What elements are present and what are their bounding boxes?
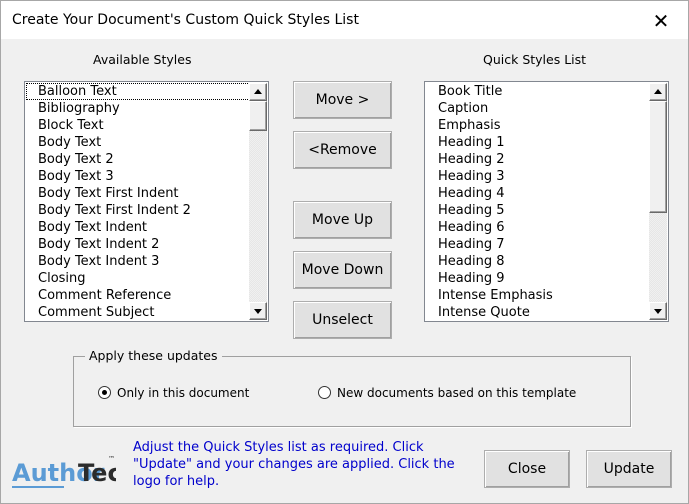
- list-item[interactable]: Heading 1: [426, 134, 650, 151]
- apply-updates-legend: Apply these updates: [85, 348, 222, 363]
- authortec-logo-graphic: Author Tec ™: [12, 455, 122, 488]
- quick-scrollbar[interactable]: [649, 83, 667, 320]
- list-item[interactable]: Closing: [26, 270, 250, 287]
- list-item[interactable]: Book Title: [426, 83, 650, 100]
- list-item[interactable]: Balloon Text: [26, 83, 250, 100]
- move-down-button-label: Move Down: [301, 262, 384, 278]
- move-down-button[interactable]: Move Down: [293, 251, 392, 289]
- close-button-label: Close: [507, 461, 547, 477]
- quick-styles-items: Book Title Caption Emphasis Heading 1 He…: [426, 83, 650, 320]
- logo-text-tec: Tec: [78, 459, 116, 487]
- update-button[interactable]: Update: [586, 450, 672, 488]
- list-item[interactable]: Intense Emphasis: [426, 287, 650, 304]
- list-item[interactable]: Body Text Indent: [26, 219, 250, 236]
- list-item[interactable]: Body Text First Indent: [26, 185, 250, 202]
- available-styles-label: Available Styles: [93, 52, 192, 67]
- available-styles-items: Balloon Text Bibliography Block Text Bod…: [26, 83, 250, 320]
- list-item[interactable]: Bibliography: [26, 100, 250, 117]
- radio-only-this-document-label[interactable]: Only in this document: [117, 386, 249, 400]
- close-icon[interactable]: ✕: [644, 7, 678, 35]
- list-item[interactable]: Heading 5: [426, 202, 650, 219]
- scroll-down-button[interactable]: [649, 302, 667, 320]
- quick-styles-listbox[interactable]: Book Title Caption Emphasis Heading 1 He…: [424, 81, 669, 322]
- move-button-label: Move >: [315, 92, 370, 108]
- scroll-up-button[interactable]: [249, 83, 267, 101]
- list-item[interactable]: Heading 9: [426, 270, 650, 287]
- list-item[interactable]: Block Text: [26, 117, 250, 134]
- list-item[interactable]: Caption: [426, 100, 650, 117]
- list-item[interactable]: Heading 6: [426, 219, 650, 236]
- remove-button[interactable]: <Remove: [293, 131, 392, 169]
- dialog-title: Create Your Document's Custom Quick Styl…: [12, 12, 359, 28]
- scroll-thumb[interactable]: [249, 101, 267, 131]
- list-item[interactable]: Body Text: [26, 134, 250, 151]
- list-item[interactable]: Intense Quote: [426, 304, 650, 320]
- radio-only-this-document[interactable]: [98, 386, 111, 399]
- help-text: Adjust the Quick Styles list as required…: [133, 440, 455, 489]
- list-item[interactable]: Body Text First Indent 2: [26, 202, 250, 219]
- logo-underline: [12, 486, 64, 488]
- move-up-button[interactable]: Move Up: [293, 201, 392, 239]
- list-item[interactable]: Body Text Indent 2: [26, 236, 250, 253]
- radio-new-documents-template[interactable]: [318, 386, 331, 399]
- list-item[interactable]: Heading 7: [426, 236, 650, 253]
- list-item[interactable]: Body Text 3: [26, 168, 250, 185]
- list-item[interactable]: Emphasis: [426, 117, 650, 134]
- list-item[interactable]: Body Text 2: [26, 151, 250, 168]
- triangle-down-icon: [654, 309, 662, 314]
- scroll-thumb[interactable]: [649, 101, 667, 213]
- remove-button-label: <Remove: [308, 142, 377, 158]
- unselect-button-label: Unselect: [312, 312, 373, 328]
- move-up-button-label: Move Up: [311, 212, 374, 228]
- close-button[interactable]: Close: [484, 450, 570, 488]
- available-scrollbar[interactable]: [249, 83, 267, 320]
- list-item[interactable]: Comment Reference: [26, 287, 250, 304]
- list-item[interactable]: Heading 2: [426, 151, 650, 168]
- triangle-up-icon: [254, 89, 262, 94]
- list-item[interactable]: Heading 3: [426, 168, 650, 185]
- available-styles-listbox[interactable]: Balloon Text Bibliography Block Text Bod…: [24, 81, 269, 322]
- update-button-label: Update: [603, 461, 655, 477]
- list-item[interactable]: Comment Subject: [26, 304, 250, 320]
- title-bar: Create Your Document's Custom Quick Styl…: [1, 1, 688, 39]
- unselect-button[interactable]: Unselect: [293, 301, 392, 339]
- logo-trademark: ™: [108, 455, 115, 463]
- radio-new-documents-template-label[interactable]: New documents based on this template: [337, 386, 576, 400]
- list-item[interactable]: Body Text Indent 3: [26, 253, 250, 270]
- triangle-down-icon: [254, 309, 262, 314]
- scroll-down-button[interactable]: [249, 302, 267, 320]
- list-item[interactable]: Heading 8: [426, 253, 650, 270]
- quick-styles-label: Quick Styles List: [483, 52, 587, 67]
- move-button[interactable]: Move >: [293, 81, 392, 119]
- authortec-logo[interactable]: Author Tec ™: [12, 449, 122, 491]
- triangle-up-icon: [654, 89, 662, 94]
- list-item[interactable]: Heading 4: [426, 185, 650, 202]
- scroll-up-button[interactable]: [649, 83, 667, 101]
- dialog-window: Create Your Document's Custom Quick Styl…: [0, 0, 689, 504]
